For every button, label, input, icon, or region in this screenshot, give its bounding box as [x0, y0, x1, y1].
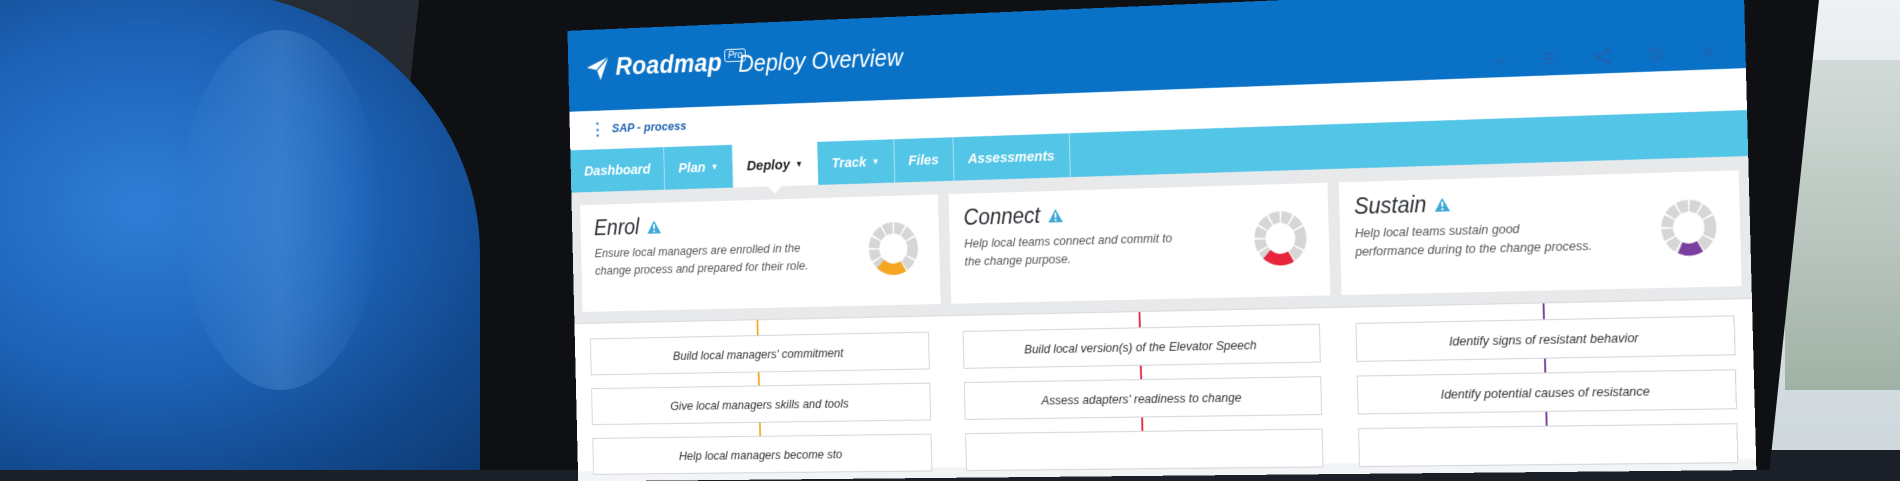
paper-plane-icon — [586, 53, 611, 81]
history-icon[interactable] — [1643, 41, 1669, 68]
task-card[interactable]: Help local managers become sto — [592, 433, 933, 475]
task-card[interactable]: Identify potential causes of resistance — [1357, 369, 1737, 415]
phase-description: Ensure local managers are enrolled in th… — [594, 240, 809, 278]
task-column-connect: Build local version(s) of the Elevator S… — [955, 308, 1331, 472]
warning-icon[interactable] — [1047, 207, 1064, 223]
monitor-screen: Roadmap Pro Deploy Overview ⋮ SAP - proc… — [567, 0, 1757, 481]
phase-title: Sustain — [1353, 191, 1427, 219]
tab-label: Plan — [678, 159, 706, 176]
chevron-down-icon[interactable] — [1486, 47, 1512, 73]
task-card[interactable]: Identify signs of resistant behavior — [1355, 315, 1736, 362]
tab-label: Track — [831, 153, 867, 171]
tab-label: Deploy — [746, 156, 791, 174]
phase-card-connect[interactable]: Connect Help local teams connect and com… — [948, 182, 1331, 304]
tab-dashboard[interactable]: Dashboard — [570, 147, 666, 193]
task-card[interactable] — [1358, 423, 1739, 468]
warning-icon[interactable] — [646, 219, 662, 234]
brand-logo[interactable]: Roadmap Pro — [585, 47, 747, 82]
tab-deploy[interactable]: Deploy ▼ — [732, 141, 819, 188]
kebab-menu-icon[interactable]: ⋮ — [590, 120, 606, 140]
task-column-enrol: Build local managers' commitment Give lo… — [583, 316, 939, 475]
tab-label: Assessments — [967, 147, 1055, 167]
task-column-sustain: Identify signs of resistant behavior Ide… — [1348, 299, 1746, 468]
warning-icon[interactable] — [1434, 196, 1452, 212]
phase-title: Connect — [963, 202, 1041, 230]
progress-donut — [1659, 197, 1720, 258]
caret-down-icon: ▼ — [871, 156, 880, 167]
task-card[interactable]: Build local managers' commitment — [589, 331, 930, 376]
task-card[interactable]: Assess adapters' readiness to change — [963, 376, 1323, 420]
donut-track — [1667, 205, 1711, 250]
task-board: Build local managers' commitment Give lo… — [574, 297, 1757, 475]
tab-label: Files — [908, 151, 939, 169]
progress-donut — [1251, 209, 1308, 269]
list-icon[interactable] — [1538, 45, 1564, 72]
caret-down-icon: ▼ — [795, 159, 803, 169]
tab-assessments[interactable]: Assessments — [953, 133, 1071, 181]
task-card[interactable]: Give local managers skills and tools — [591, 382, 931, 426]
task-card[interactable]: Build local version(s) of the Elevator S… — [962, 323, 1322, 369]
process-name[interactable]: SAP - process — [612, 119, 687, 136]
phase-description: Help local teams sustain good performanc… — [1354, 221, 1593, 259]
phase-title: Enrol — [593, 214, 640, 240]
close-icon[interactable] — [1696, 39, 1722, 66]
tab-files[interactable]: Files — [893, 137, 955, 183]
donut-track — [874, 227, 914, 269]
phase-card-sustain[interactable]: Sustain Help local teams sustain good pe… — [1338, 170, 1742, 296]
tab-track[interactable]: Track ▼ — [817, 139, 895, 185]
phase-description: Help local teams connect and commit to t… — [964, 230, 1173, 269]
tab-label: Dashboard — [584, 161, 651, 179]
tab-plan[interactable]: Plan ▼ — [664, 144, 734, 190]
caret-down-icon: ▼ — [710, 162, 719, 172]
progress-donut — [867, 220, 921, 278]
donut-track — [1259, 217, 1301, 261]
brand-name: Roadmap — [615, 48, 723, 81]
app-screen: Roadmap Pro Deploy Overview ⋮ SAP - proc… — [567, 0, 1757, 481]
page-title: Deploy Overview — [737, 44, 904, 78]
phase-card-enrol[interactable]: Enrol Ensure local managers are enrolled… — [580, 194, 941, 312]
share-icon[interactable] — [1590, 43, 1616, 70]
